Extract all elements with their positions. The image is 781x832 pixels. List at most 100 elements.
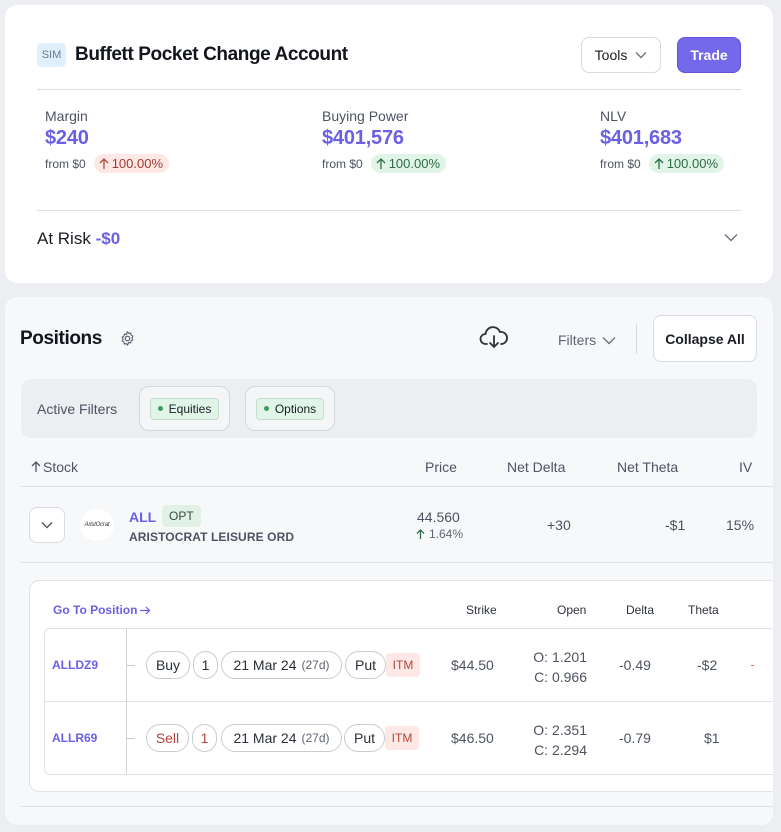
collapse-all-button[interactable]: Collapse All	[653, 315, 757, 362]
trade-button[interactable]: Trade	[677, 37, 741, 73]
metric-from: from $0	[322, 156, 363, 171]
toolbar-separator	[636, 324, 637, 354]
qty-chip: 1	[192, 724, 217, 752]
net-theta-value: -$1	[665, 517, 686, 533]
theta-value: $1	[704, 730, 720, 746]
strike-value: $44.50	[451, 657, 494, 673]
metric-buying-power: Buying Power $401,576 from $0 100.00%	[322, 108, 447, 173]
net-delta-value: +30	[547, 517, 571, 533]
side-chip: Sell	[146, 724, 189, 752]
opt-badge: OPT	[162, 505, 201, 527]
type-chip: Put	[344, 724, 385, 752]
account-title: Buffett Pocket Change Account	[75, 44, 348, 65]
filters-button[interactable]: Filters	[558, 332, 616, 348]
metric-label: Margin	[45, 108, 88, 124]
status-dot	[263, 406, 269, 411]
column-net-delta[interactable]: Net Delta	[507, 459, 565, 475]
row-divider	[21, 562, 773, 563]
metrics-divider	[37, 210, 741, 211]
tree-branch	[127, 665, 135, 666]
status-dot	[157, 406, 163, 411]
metric-from: from $0	[600, 156, 641, 171]
arrow-right-icon	[140, 606, 151, 614]
metric-value: $401,683	[600, 127, 682, 149]
expand-row-button[interactable]	[29, 507, 65, 543]
company-name: ARISTOCRAT LEISURE ORD	[129, 530, 295, 544]
cloud-download-icon[interactable]	[479, 325, 509, 349]
sim-badge: SIM	[37, 43, 66, 67]
positions-title: Positions	[20, 328, 102, 349]
positions-card: Positions Filters Collapse All Active Fi…	[5, 297, 773, 825]
tools-button[interactable]: Tools	[581, 37, 661, 73]
side-chip: Buy	[146, 651, 190, 679]
chevron-down-icon	[635, 52, 647, 59]
chevron-down-icon	[602, 336, 616, 344]
filter-chip-options[interactable]: Options	[245, 386, 335, 431]
delta-value: -0.49	[619, 657, 651, 673]
overflow-marker	[751, 665, 754, 666]
expiry-chip: 21 Mar 24 (27d)	[221, 724, 342, 752]
itm-badge: ITM	[386, 653, 420, 677]
leg-divider	[45, 701, 773, 702]
arrow-up-icon	[416, 528, 425, 539]
header-divider	[21, 486, 773, 487]
arrow-up-icon	[99, 157, 109, 169]
metric-from: from $0	[45, 156, 86, 171]
column-price[interactable]: Price	[425, 459, 457, 475]
change-badge: 100.00%	[93, 154, 170, 173]
type-chip: Put	[345, 651, 386, 679]
theta-value: -$2	[697, 657, 718, 673]
expiry-chip: 21 Mar 24 (27d)	[221, 651, 342, 679]
arrow-up-icon	[376, 157, 386, 169]
metric-value: $240	[45, 127, 89, 149]
change-badge: 100.00%	[370, 154, 447, 173]
metric-label: NLV	[600, 108, 627, 124]
tools-label: Tools	[594, 47, 628, 63]
section-divider	[21, 806, 773, 807]
account-card: SIM Buffett Pocket Change Account Tools …	[5, 5, 773, 283]
metric-value: $401,576	[322, 127, 404, 149]
header-divider	[37, 89, 741, 90]
metric-label: Buying Power	[322, 108, 409, 124]
ticker-link[interactable]: ALL	[129, 509, 156, 525]
column-strike: Strike	[466, 603, 497, 617]
column-net-theta[interactable]: Net Theta	[617, 459, 678, 475]
legs-table: ALLDZ9 Buy 1 21 Mar 24 (27d) Put ITM $44.…	[44, 628, 773, 775]
table-row: Sell 1 21 Mar 24 (27d) Put ITM	[146, 724, 446, 752]
tree-branch	[127, 738, 135, 739]
leg-symbol[interactable]: ALLR69	[52, 731, 97, 745]
column-theta: Theta	[688, 603, 719, 617]
leg-symbol[interactable]: ALLDZ9	[52, 658, 98, 672]
at-risk-label: At Risk	[37, 229, 91, 248]
delta-value: -0.79	[619, 730, 651, 746]
go-to-position-link[interactable]: Go To Position	[53, 603, 151, 617]
metric-nlv: NLV $401,683 from $0 100.00%	[600, 108, 725, 173]
qty-chip: 1	[193, 651, 218, 679]
column-iv[interactable]: IV	[739, 459, 752, 475]
iv-value: 15%	[726, 517, 755, 533]
chevron-down-icon	[41, 522, 53, 529]
arrow-up-icon	[654, 157, 664, 169]
price-change: 1.64%	[416, 527, 463, 541]
gear-icon[interactable]	[119, 330, 136, 347]
change-badge: 100.00%	[648, 154, 725, 173]
open-value: O: 2.351 C: 2.294	[533, 722, 587, 758]
strike-value: $46.50	[451, 730, 494, 746]
active-filters-label: Active Filters	[37, 401, 118, 417]
sort-arrow-up-icon	[31, 461, 41, 472]
open-value: O: 1.201 C: 0.966	[533, 649, 587, 685]
filter-chip-equities[interactable]: Equities	[139, 386, 230, 431]
column-delta: Delta	[626, 603, 655, 617]
active-filters-bar: Active Filters Equities Options	[21, 379, 757, 438]
at-risk-value: -$0	[95, 229, 121, 248]
column-stock[interactable]: Stock	[31, 459, 78, 475]
at-risk-row[interactable]: At Risk -$0	[37, 229, 120, 249]
metric-margin: Margin $240 from $0 100.00%	[45, 108, 170, 173]
table-row: Buy 1 21 Mar 24 (27d) Put ITM	[146, 651, 446, 679]
company-logo: AristOcrat	[80, 509, 114, 541]
position-detail-panel: Go To Position Strike Open Delta Theta A…	[29, 580, 773, 792]
itm-badge: ITM	[385, 726, 419, 750]
column-open: Open	[557, 603, 587, 617]
price-value: 44.560	[417, 509, 460, 525]
chevron-down-icon[interactable]	[724, 233, 738, 242]
